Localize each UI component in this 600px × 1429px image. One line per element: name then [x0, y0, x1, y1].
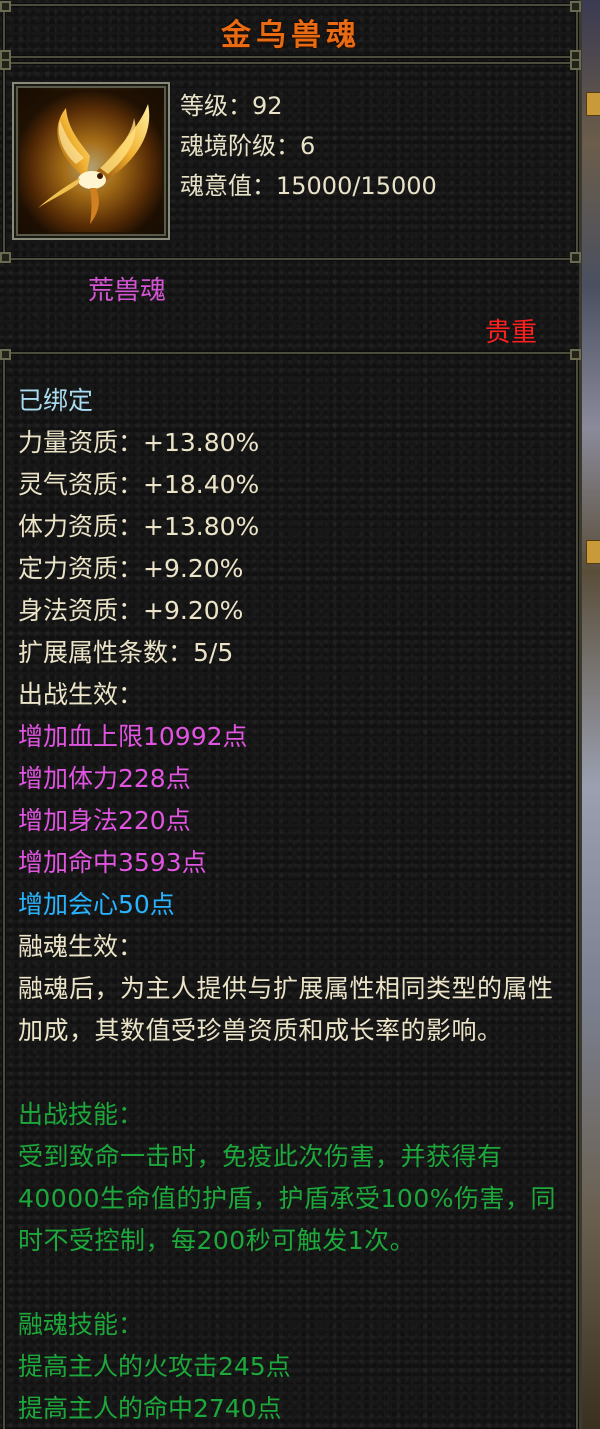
battle-skill-header: 出战技能：: [18, 1100, 144, 1129]
aptitude-focus: 定力资质：+9.20%: [18, 554, 244, 583]
background-scene-marker: [586, 92, 600, 116]
item-title: 金乌兽魂: [221, 18, 361, 53]
fusion-skill-accuracy: 提高主人的命中2740点: [18, 1394, 282, 1423]
aptitude-agility: 身法资质：+9.20%: [18, 596, 244, 625]
fusion-skill-header: 融魂技能：: [18, 1310, 144, 1339]
fusion-effect-header: 融魂生效：: [18, 932, 144, 961]
soul-will-stat: 魂意值：15000/15000: [180, 172, 437, 200]
extended-attr-count: 扩展属性条数：5/5: [18, 638, 234, 667]
battle-skill-description: 受到致命一击时，免疫此次伤害，并获得有40000生命值的护盾，护盾承受100%伤…: [18, 1142, 557, 1255]
aptitude-stamina: 体力资质：+13.80%: [18, 512, 260, 541]
battle-effect-crit: 增加会心50点: [18, 890, 175, 919]
background-scene: [580, 0, 600, 1429]
soul-type-label: 荒兽魂: [88, 276, 167, 306]
battle-effect-accuracy: 增加命中3593点: [18, 848, 207, 877]
aptitude-strength: 力量资质：+13.80%: [18, 428, 260, 457]
battle-effect-header: 出战生效：: [18, 680, 144, 709]
aptitude-spirit: 灵气资质：+18.40%: [18, 470, 260, 499]
battle-effect-stamina: 增加体力228点: [18, 764, 191, 793]
phoenix-icon: [20, 90, 162, 232]
level-stat: 等级：92: [180, 92, 283, 120]
bound-status: 已绑定: [18, 386, 94, 415]
soul-realm-stat: 魂境阶级：6: [180, 132, 316, 160]
background-scene-marker: [586, 540, 600, 564]
fusion-effect-description: 融魂后，为主人提供与扩展属性相同类型的属性加成，其数值受珍兽资质和成长率的影响。: [18, 974, 554, 1045]
item-tooltip: 金乌兽魂 等级：92 魂境阶级：6 魂意值：15000/15000 荒兽魂 贵重…: [0, 0, 582, 1429]
fusion-skill-fire-attack: 提高主人的火攻击245点: [18, 1352, 291, 1381]
battle-effect-agility: 增加身法220点: [18, 806, 191, 835]
battle-effect-hp: 增加血上限10992点: [18, 722, 248, 751]
rarity-label: 贵重: [484, 318, 537, 348]
phoenix-soul-icon[interactable]: [12, 82, 170, 240]
